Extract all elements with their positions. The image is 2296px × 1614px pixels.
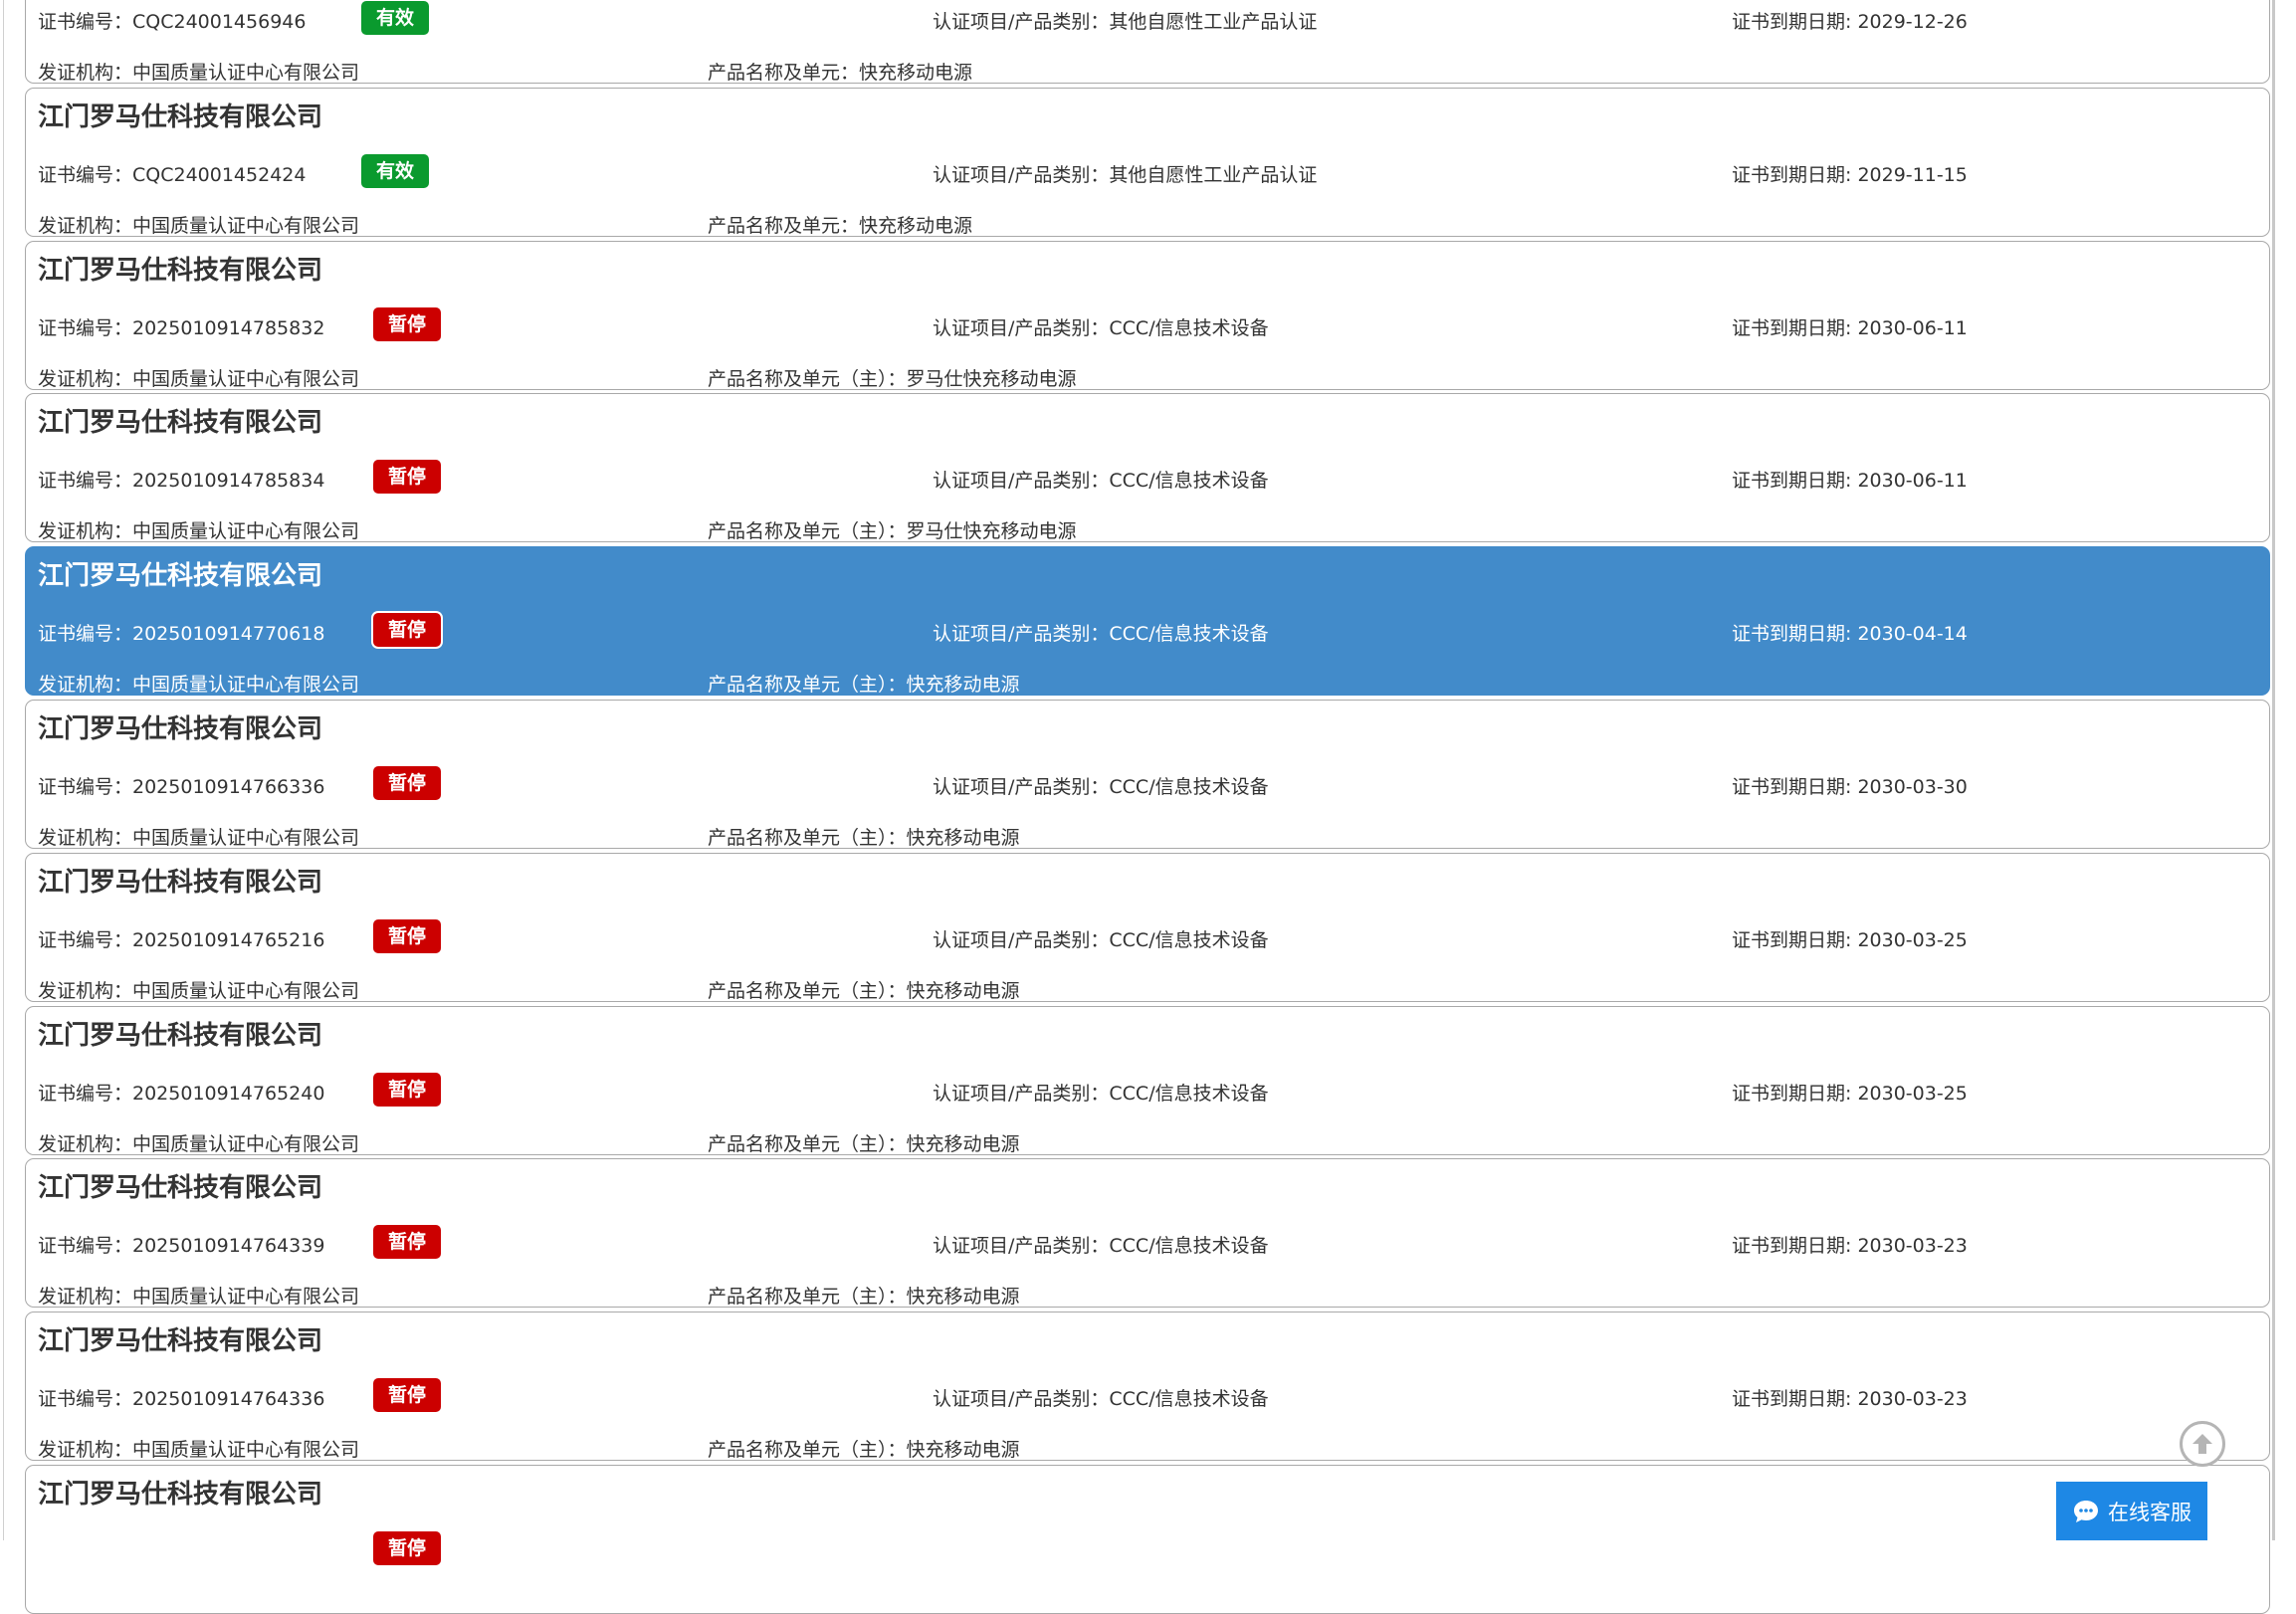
issuing-organization: 发证机构：中国质量认证中心有限公司 [38, 674, 360, 697]
certification-category: 认证项目/产品类别：CCC/信息技术设备 [933, 1082, 1269, 1105]
status-badge: 暂停 [373, 1378, 442, 1413]
expiry-date: 证书到期日期: 2030-03-25 [1732, 928, 1968, 951]
status-badge: 暂停 [373, 460, 442, 495]
certificate-number: 证书编号：CQC24001456946 [38, 11, 307, 33]
status-badge: 暂停 [373, 613, 442, 648]
expiry-date: 证书到期日期: 2030-03-25 [1732, 1082, 1968, 1105]
certificate-number: 证书编号：2025010914765240 [38, 1082, 325, 1105]
certificate-card[interactable]: 江门罗马仕科技有限公司证书编号：2025010914764339 暂停 认证项目/产… [25, 1158, 2270, 1309]
company-name: 江门罗马仕科技有限公司 [38, 1326, 323, 1357]
expiry-date: 证书到期日期: 2030-03-30 [1732, 776, 1968, 798]
certificate-number: 证书编号：2025010914785832 [38, 316, 325, 339]
company-name: 江门罗马仕科技有限公司 [38, 867, 323, 898]
product-name: 产品名称及单元（主）：快充移动电源 [708, 827, 1020, 849]
issuing-organization: 发证机构：中国质量认证中心有限公司 [38, 979, 360, 1002]
product-name: 产品名称及单元：快充移动电源 [708, 62, 973, 84]
certificate-card[interactable]: 江门罗马仕科技有限公司证书编号：2025010914785834 暂停 认证项目/产… [25, 393, 2270, 543]
certification-category: 认证项目/产品类别：CCC/信息技术设备 [933, 1388, 1269, 1411]
company-name: 江门罗马仕科技有限公司 [38, 561, 323, 592]
product-name: 产品名称及单元：快充移动电源 [708, 214, 973, 237]
certificate-number: 证书编号：2025010914770618 [38, 623, 325, 646]
certificate-card[interactable]: 江门罗马仕科技有限公司证书编号：CQC24001452424 有效 认证项目/产品类… [25, 87, 2270, 237]
status-badge: 暂停 [373, 766, 442, 800]
issuing-organization: 发证机构：中国质量认证中心有限公司 [38, 827, 360, 849]
product-name: 产品名称及单元（主）：快充移动电源 [708, 674, 1020, 697]
certificate-card[interactable]: 江门罗马仕科技有限公司证书编号：2025010914765240 暂停 认证项目/产… [25, 1005, 2270, 1155]
status-badge: 暂停 [373, 306, 442, 341]
certification-category: 认证项目/产品类别：CCC/信息技术设备 [933, 623, 1269, 646]
certificate-number: 证书编号：2025010914764339 [38, 1235, 325, 1258]
company-name: 江门罗马仕科技有限公司 [38, 1173, 323, 1204]
issuing-organization: 发证机构：中国质量认证中心有限公司 [38, 1439, 360, 1462]
certification-category: 认证项目/产品类别：其他自愿性工业产品认证 [933, 11, 1318, 33]
certificate-number: 证书编号：2025010914765216 [38, 928, 325, 951]
issuing-organization: 发证机构：中国质量认证中心有限公司 [38, 62, 360, 84]
certificate-number: 证书编号：2025010914785834 [38, 470, 325, 493]
status-badge: 暂停 [373, 1072, 442, 1107]
status-badge: 暂停 [373, 918, 442, 953]
expiry-date: 证书到期日期: 2030-03-23 [1732, 1235, 1968, 1258]
company-name: 江门罗马仕科技有限公司 [38, 101, 323, 132]
company-name: 江门罗马仕科技有限公司 [38, 1480, 323, 1510]
issuing-organization: 发证机构：中国质量认证中心有限公司 [38, 367, 360, 390]
certificate-card[interactable]: 江门罗马仕科技有限公司证书编号：2025010914764336 暂停 认证项目/产… [25, 1311, 2270, 1462]
expiry-date: 证书到期日期: 2030-06-11 [1732, 470, 1968, 493]
issuing-organization: 发证机构：中国质量认证中心有限公司 [38, 214, 360, 237]
certificate-card[interactable]: 江门罗马仕科技有限公司证书编号：2025010914766336 暂停 认证项目/产… [25, 700, 2270, 849]
expiry-date: 证书到期日期: 2030-03-23 [1732, 1388, 1968, 1411]
issuing-organization: 发证机构：中国质量认证中心有限公司 [38, 520, 360, 543]
certificate-number: 证书编号：CQC24001452424 [38, 163, 307, 186]
certificate-card[interactable]: 江门罗马仕科技有限公司证书编号：2025010914785832 暂停 认证项目/产… [25, 240, 2270, 390]
expiry-date: 证书到期日期: 2029-12-26 [1732, 11, 1968, 33]
scroll-to-top-button[interactable] [2180, 1421, 2225, 1467]
certification-category: 认证项目/产品类别：CCC/信息技术设备 [933, 1235, 1269, 1258]
certification-category: 认证项目/产品类别：CCC/信息技术设备 [933, 776, 1269, 798]
company-name: 江门罗马仕科技有限公司 [38, 255, 323, 286]
company-name: 江门罗马仕科技有限公司 [38, 1020, 323, 1051]
certificate-card[interactable]: 江门罗马仕科技有限公司证书编号：CQC24001456946有效认证项目/产品类… [25, 0, 2270, 84]
product-name: 产品名称及单元（主）：快充移动电源 [708, 1439, 1020, 1462]
status-badge: 暂停 [373, 1225, 442, 1260]
issuing-organization: 发证机构：中国质量认证中心有限公司 [38, 1132, 360, 1155]
certificate-number: 证书编号：2025010914764336 [38, 1388, 325, 1411]
issuing-organization: 发证机构：中国质量认证中心有限公司 [38, 1286, 360, 1309]
company-name: 江门罗马仕科技有限公司 [38, 714, 323, 744]
online-service-button[interactable]: 在线客服 [2056, 1482, 2207, 1540]
status-badge: 暂停 [373, 1531, 442, 1565]
product-name: 产品名称及单元（主）：快充移动电源 [708, 979, 1020, 1002]
status-badge: 有效 [361, 1, 430, 35]
product-name: 产品名称及单元（主）：快充移动电源 [708, 1132, 1020, 1155]
left-scroll-edge [3, 0, 4, 1540]
product-name: 产品名称及单元（主）：快充移动电源 [708, 1286, 1020, 1309]
certificate-number: 证书编号：2025010914766336 [38, 776, 325, 798]
certificate-card[interactable]: 江门罗马仕科技有限公司证书编号：2025010914770618 暂停 认证项目/产… [25, 546, 2270, 697]
arrow-up-circle-icon [2192, 1434, 2212, 1454]
certificate-card[interactable]: 江门罗马仕科技有限公司暂停 [25, 1465, 2270, 1614]
expiry-date: 证书到期日期: 2029-11-15 [1732, 163, 1968, 186]
certification-category: 认证项目/产品类别：其他自愿性工业产品认证 [933, 163, 1318, 186]
certification-category: 认证项目/产品类别：CCC/信息技术设备 [933, 470, 1269, 493]
product-name: 产品名称及单元（主）：罗马仕快充移动电源 [708, 367, 1077, 390]
speech-bubble-icon [2074, 1500, 2098, 1522]
company-name: 江门罗马仕科技有限公司 [38, 408, 323, 439]
expiry-date: 证书到期日期: 2030-04-14 [1732, 623, 1968, 646]
status-badge: 有效 [361, 153, 430, 188]
certification-category: 认证项目/产品类别：CCC/信息技术设备 [933, 316, 1269, 339]
certification-category: 认证项目/产品类别：CCC/信息技术设备 [933, 928, 1269, 951]
scrollbar[interactable] [2272, 0, 2275, 1540]
online-service-label: 在线客服 [2108, 1500, 2192, 1524]
certificate-card[interactable]: 江门罗马仕科技有限公司证书编号：2025010914765216 暂停 认证项目/产… [25, 852, 2270, 1002]
product-name: 产品名称及单元（主）：罗马仕快充移动电源 [708, 520, 1077, 543]
expiry-date: 证书到期日期: 2030-06-11 [1732, 316, 1968, 339]
